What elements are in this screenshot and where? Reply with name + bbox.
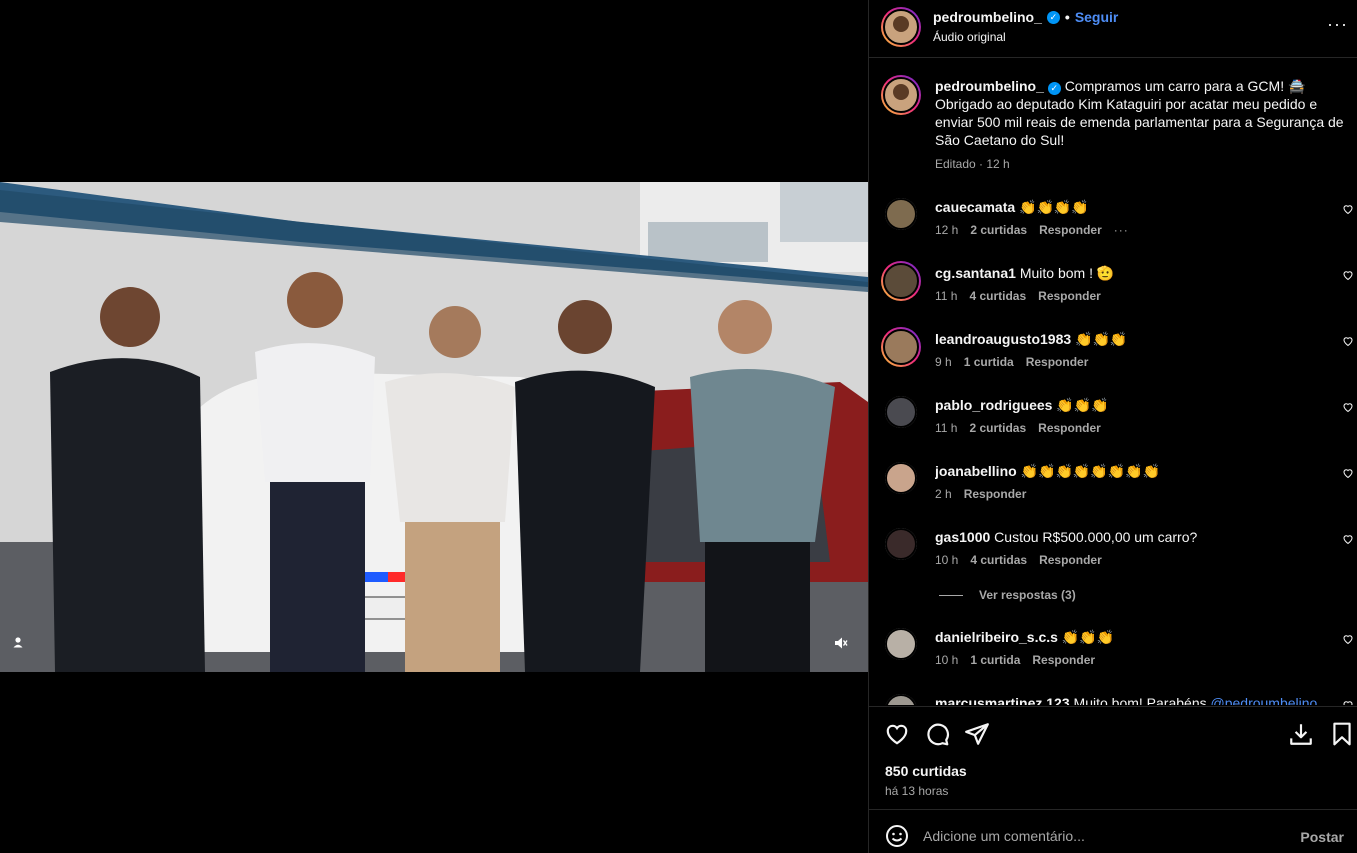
like-comment-icon[interactable] bbox=[1342, 203, 1354, 215]
post-side-panel: pedroumbelino_ ✓ • Seguir Áudio original… bbox=[868, 0, 1357, 853]
verified-icon: ✓ bbox=[1047, 81, 1061, 95]
like-comment-icon[interactable] bbox=[1342, 699, 1354, 705]
caption-meta: Editado · 12 h bbox=[935, 157, 1010, 171]
comment-input[interactable] bbox=[923, 824, 1283, 848]
author-username[interactable]: pedroumbelino_ bbox=[933, 9, 1042, 25]
like-comment-icon[interactable] bbox=[1342, 401, 1354, 413]
separator-dot: • bbox=[1064, 9, 1070, 25]
reply-button[interactable]: Responder bbox=[1026, 355, 1089, 369]
commenter-avatar[interactable] bbox=[881, 327, 921, 367]
download-icon[interactable] bbox=[1288, 721, 1314, 747]
video-frame bbox=[0, 182, 868, 672]
like-icon[interactable] bbox=[884, 721, 910, 747]
post-media bbox=[0, 0, 868, 853]
comment-text: 👏👏👏👏 bbox=[1019, 199, 1089, 215]
more-options-icon[interactable]: ··· bbox=[1327, 14, 1348, 35]
commenter-avatar[interactable] bbox=[885, 694, 917, 705]
commenter-username[interactable]: leandroaugusto1983 bbox=[935, 331, 1071, 347]
comment-icon[interactable] bbox=[924, 721, 950, 747]
post-header: pedroumbelino_ ✓ • Seguir Áudio original… bbox=[869, 0, 1357, 58]
audio-link[interactable]: Áudio original bbox=[933, 30, 1006, 44]
verified-icon: ✓ bbox=[1046, 10, 1060, 24]
like-comment-icon[interactable] bbox=[1342, 269, 1354, 281]
view-replies-label: Ver respostas (3) bbox=[979, 588, 1076, 602]
commenter-username[interactable]: cauecamata bbox=[935, 199, 1015, 215]
comment-text: 👏👏👏👏👏👏👏👏 bbox=[1020, 463, 1161, 479]
mute-icon[interactable] bbox=[834, 636, 852, 654]
reply-button[interactable]: Responder bbox=[964, 487, 1027, 501]
post-comment-button[interactable]: Postar bbox=[1300, 829, 1344, 845]
author-avatar[interactable] bbox=[881, 7, 921, 47]
like-comment-icon[interactable] bbox=[1342, 467, 1354, 479]
comment-time: 11 h bbox=[935, 421, 958, 435]
comment-likes[interactable]: 2 curtidas bbox=[970, 223, 1027, 237]
comment-likes[interactable]: 4 curtidas bbox=[970, 553, 1027, 567]
commenter-avatar[interactable] bbox=[885, 198, 917, 230]
save-bookmark-icon[interactable] bbox=[1329, 721, 1355, 747]
tagged-users-icon[interactable] bbox=[12, 636, 30, 654]
comment-item: pablo_rodriguees 👏👏👏 11 h 2 curtidas Respo… bbox=[881, 396, 1354, 456]
commenter-username[interactable]: marcusmartinez.123 bbox=[935, 695, 1070, 705]
comment-mention[interactable]: @pedroumbelino_ bbox=[1211, 695, 1326, 705]
reply-button[interactable]: Responder bbox=[1039, 553, 1102, 567]
like-comment-icon[interactable] bbox=[1342, 335, 1354, 347]
comment-item: danielribeiro_s.c.s 👏👏👏 10 h 1 curtida Res… bbox=[881, 628, 1354, 688]
reply-button[interactable]: Responder bbox=[1039, 223, 1102, 237]
comment-text: 👏👏👏 bbox=[1056, 397, 1109, 413]
commenter-avatar[interactable] bbox=[885, 396, 917, 428]
divider-line bbox=[939, 594, 963, 596]
comment-time: 10 h bbox=[935, 653, 959, 667]
comment-item: gas1000 Custou R$500.000,00 um carro? 10… bbox=[881, 528, 1354, 588]
add-comment-bar: Postar bbox=[869, 809, 1357, 853]
follow-button[interactable]: Seguir bbox=[1075, 9, 1119, 25]
commenter-username[interactable]: cg.santana1 bbox=[935, 265, 1016, 281]
comment-item: marcusmartinez.123 Muito bom! Parabéns @… bbox=[881, 694, 1354, 705]
commenter-username[interactable]: danielribeiro_s.c.s bbox=[935, 629, 1058, 645]
commenter-avatar[interactable] bbox=[885, 628, 917, 660]
comment-likes[interactable]: 4 curtidas bbox=[969, 289, 1026, 303]
comment-time: 12 h bbox=[935, 223, 959, 237]
comment-text: 👏👏👏 bbox=[1075, 331, 1128, 347]
commenter-username[interactable]: gas1000 bbox=[935, 529, 990, 545]
share-icon[interactable] bbox=[964, 721, 990, 747]
comment-text: Custou R$500.000,00 um carro? bbox=[994, 529, 1198, 545]
reply-button[interactable]: Responder bbox=[1038, 289, 1101, 303]
comments-list[interactable]: pedroumbelino_ ✓ Compramos um carro para… bbox=[869, 59, 1357, 705]
view-replies-button[interactable]: Ver respostas (3) bbox=[939, 588, 1076, 602]
comment-item: cauecamata 👏👏👏👏 12 h 2 curtidas Responder ·… bbox=[881, 198, 1354, 258]
commenter-avatar[interactable] bbox=[881, 261, 921, 301]
comment-item: cg.santana1 Muito bom ! 🫡 11 h 4 curtidas… bbox=[881, 261, 1354, 324]
commenter-avatar[interactable] bbox=[885, 528, 917, 560]
comment-text: Muito bom! Parabéns bbox=[1073, 695, 1207, 705]
comment-likes[interactable]: 2 curtidas bbox=[969, 421, 1026, 435]
reply-button[interactable]: Responder bbox=[1038, 421, 1101, 435]
comment-text: 👏👏👏 bbox=[1061, 629, 1115, 645]
post-actions: 850 curtidas há 13 horas bbox=[869, 706, 1357, 809]
commenter-username[interactable]: joanabellino bbox=[935, 463, 1017, 479]
like-comment-icon[interactable] bbox=[1342, 633, 1354, 645]
emoji-icon[interactable] bbox=[885, 824, 909, 848]
caption-avatar[interactable] bbox=[881, 75, 921, 115]
comment-more-icon[interactable]: ··· bbox=[1114, 223, 1129, 237]
caption-username[interactable]: pedroumbelino_ bbox=[935, 78, 1044, 94]
comment-time: 11 h bbox=[935, 289, 958, 303]
post-timestamp: há 13 horas bbox=[885, 784, 949, 798]
commenter-username[interactable]: pablo_rodriguees bbox=[935, 397, 1052, 413]
comment-text: Muito bom ! 🫡 bbox=[1019, 265, 1115, 281]
comment-time: 2 h bbox=[935, 487, 952, 501]
reply-button[interactable]: Responder bbox=[1032, 653, 1095, 667]
commenter-avatar[interactable] bbox=[885, 462, 917, 494]
comment-time: 9 h bbox=[935, 355, 952, 369]
likes-count[interactable]: 850 curtidas bbox=[885, 763, 967, 779]
comment-time: 10 h bbox=[935, 553, 959, 567]
comment-likes[interactable]: 1 curtida bbox=[964, 355, 1014, 369]
comment-item: leandroaugusto1983 👏👏👏 9 h 1 curtida Respo… bbox=[881, 327, 1354, 390]
comment-likes[interactable]: 1 curtida bbox=[970, 653, 1020, 667]
comment-item: joanabellino 👏👏👏👏👏👏👏👏 2 h Responder bbox=[881, 462, 1354, 522]
caption-text-block: pedroumbelino_ ✓ Compramos um carro para… bbox=[935, 77, 1349, 149]
video-player[interactable] bbox=[0, 182, 868, 672]
like-comment-icon[interactable] bbox=[1342, 533, 1354, 545]
